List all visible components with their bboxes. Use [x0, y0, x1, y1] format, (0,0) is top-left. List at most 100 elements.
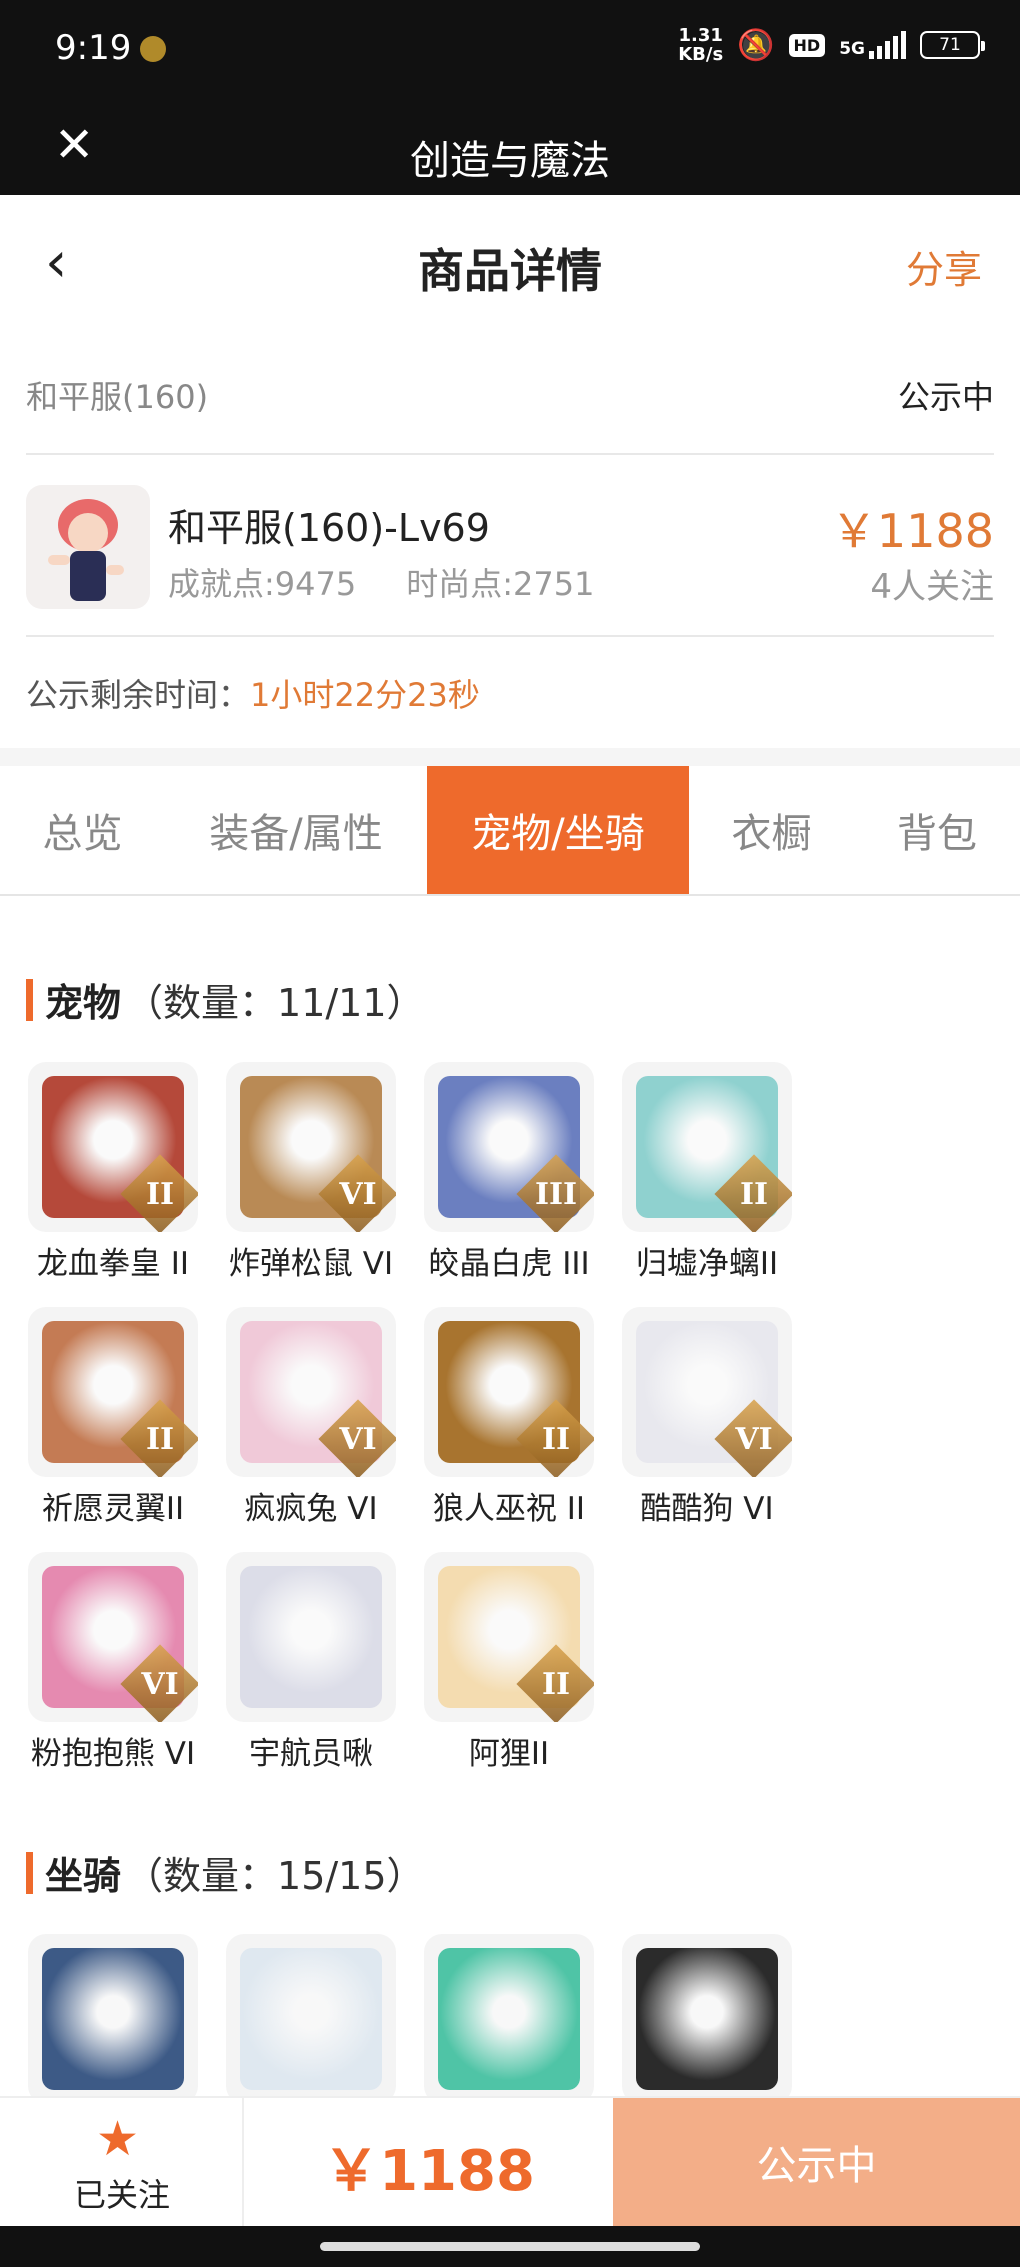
tier-text: III [534, 1176, 578, 1212]
system-nav-bar [0, 2226, 1020, 2267]
pet-image: III [424, 1062, 594, 1232]
status-icons: 1.31 KB/s 🔕 HD 5G 71 [678, 26, 985, 64]
pet-name: 宇航员啾 [249, 1736, 373, 1772]
tier-text: II [739, 1176, 769, 1212]
pet-image: VI [28, 1552, 198, 1722]
pet-image: VI [226, 1307, 396, 1477]
pet-image: II [28, 1062, 198, 1232]
status-time: 9:19 [55, 28, 132, 68]
tab-wardrobe[interactable]: 衣橱 [689, 766, 854, 894]
home-indicator[interactable] [320, 2242, 700, 2251]
tab-equipment[interactable]: 装备/属性 [165, 766, 427, 894]
pet-art [240, 1566, 382, 1708]
page-header: ‹ 商品详情 分享 [0, 195, 1020, 330]
pet-item[interactable]: 宇航员啾 [226, 1552, 424, 1773]
pet-name: 龙血拳皇 II [36, 1246, 190, 1282]
pet-image: II [424, 1307, 594, 1477]
notification-icon [140, 36, 166, 62]
tier-text: II [145, 1176, 175, 1212]
mount-art [240, 1948, 382, 2090]
follow-button[interactable]: ★ 已关注 [0, 2098, 244, 2226]
app-title-bar: ✕ 创造与魔法 [0, 100, 1020, 195]
pet-name: 祈愿灵翼II [41, 1491, 185, 1527]
status-bar: 9:19 1.31 KB/s 🔕 HD 5G 71 [0, 0, 1020, 100]
pet-name: 炸弹松鼠 VI [228, 1246, 394, 1282]
mounts-count: （数量：15/15） [125, 1854, 425, 1898]
pet-item[interactable]: II 祈愿灵翼II [28, 1307, 226, 1528]
tab-overview[interactable]: 总览 [0, 766, 165, 894]
pet-name: 归墟净螭II [635, 1246, 779, 1282]
pet-name: 阿狸II [468, 1736, 550, 1772]
watcher-count: 4人关注 [870, 567, 994, 607]
mount-item[interactable] [226, 1934, 424, 2104]
tier-text: II [541, 1421, 571, 1457]
mount-image [622, 1934, 792, 2104]
mounts-title: 坐骑 [45, 1854, 122, 1898]
pet-item[interactable]: II 阿狸II [424, 1552, 622, 1773]
bottom-price: ￥1188 [323, 2139, 535, 2204]
countdown-label: 公示剩余时间： [26, 676, 251, 714]
pet-image: VI [226, 1062, 396, 1232]
pet-image: VI [622, 1307, 792, 1477]
pet-item[interactable]: VI 炸弹松鼠 VI [226, 1062, 424, 1283]
follow-label: 已关注 [73, 2176, 170, 2214]
app-title: 创造与魔法 [410, 138, 610, 184]
mount-art [42, 1948, 184, 2090]
pet-item[interactable]: II 龙血拳皇 II [28, 1062, 226, 1283]
fashion-points: 时尚点:2751 [406, 565, 595, 603]
pets-count: （数量：11/11） [125, 981, 425, 1025]
pet-item[interactable]: III 皎晶白虎 III [424, 1062, 622, 1283]
pets-title: 宠物 [45, 981, 122, 1025]
battery-icon: 71 [920, 31, 985, 59]
item-summary: 和平服(160)-Lv69 成就点:9475 时尚点:2751 ￥1188 4人关… [26, 457, 994, 637]
mounts-section-header: 坐骑 （数量：15/15） [26, 1845, 425, 1900]
tier-text: VI [141, 1666, 179, 1702]
net-speed: 1.31 KB/s [678, 26, 723, 64]
pet-name: 酷酷狗 VI [640, 1491, 774, 1527]
mount-item[interactable] [424, 1934, 622, 2104]
hd-icon: HD [788, 33, 826, 57]
countdown: 公示剩余时间：1小时22分23秒 [26, 670, 480, 716]
tier-text: II [541, 1666, 571, 1702]
tab-bar: 总览 装备/属性 宠物/坐骑 衣橱 背包 [0, 766, 1020, 896]
status-action-button[interactable]: 公示中 [613, 2098, 1020, 2226]
section-marker [26, 1851, 33, 1894]
item-name: 和平服(160)-Lv69 [168, 506, 490, 550]
mount-image [424, 1934, 594, 2104]
pet-item[interactable]: II 狼人巫祝 II [424, 1307, 622, 1528]
mount-item[interactable] [622, 1934, 820, 2104]
pet-item[interactable]: VI 粉抱抱熊 VI [28, 1552, 226, 1773]
pet-item[interactable]: II 归墟净螭II [622, 1062, 820, 1283]
pets-grid: II 龙血拳皇 II VI 炸弹松鼠 VI III 皎晶白虎 III II 归墟… [28, 1062, 998, 1797]
network-indicator: 5G [839, 31, 906, 59]
tier-text: VI [339, 1421, 377, 1457]
item-stats: 成就点:9475 时尚点:2751 [168, 559, 594, 605]
mount-art [438, 1948, 580, 2090]
avatar [26, 485, 150, 609]
share-button[interactable]: 分享 [906, 239, 982, 294]
pet-image: II [622, 1062, 792, 1232]
pet-image: II [28, 1307, 198, 1477]
pets-section-header: 宠物 （数量：11/11） [26, 972, 425, 1027]
mount-item[interactable] [28, 1934, 226, 2104]
pet-item[interactable]: VI 酷酷狗 VI [622, 1307, 820, 1528]
bell-muted-icon: 🔕 [737, 27, 775, 63]
tier-text: VI [735, 1421, 773, 1457]
pet-name: 皎晶白虎 III [428, 1246, 590, 1282]
star-icon: ★ [96, 2111, 140, 2167]
net-speed-value: 1.31 [678, 25, 723, 46]
mount-art [636, 1948, 778, 2090]
pet-image [226, 1552, 396, 1722]
pet-item[interactable]: VI 疯疯兔 VI [226, 1307, 424, 1528]
battery-level: 71 [939, 35, 961, 55]
tab-bag[interactable]: 背包 [854, 766, 1020, 894]
signal-icon [869, 31, 906, 59]
server-name: 和平服(160) [26, 378, 209, 416]
tab-pets-mounts[interactable]: 宠物/坐骑 [427, 766, 689, 894]
achievement-points: 成就点:9475 [168, 565, 357, 603]
countdown-value: 1小时22分23秒 [250, 676, 480, 714]
bottom-action-bar: ★ 已关注 ￥1188 公示中 [0, 2096, 1020, 2226]
divider [0, 748, 1020, 766]
pet-image: II [424, 1552, 594, 1722]
mount-image [28, 1934, 198, 2104]
